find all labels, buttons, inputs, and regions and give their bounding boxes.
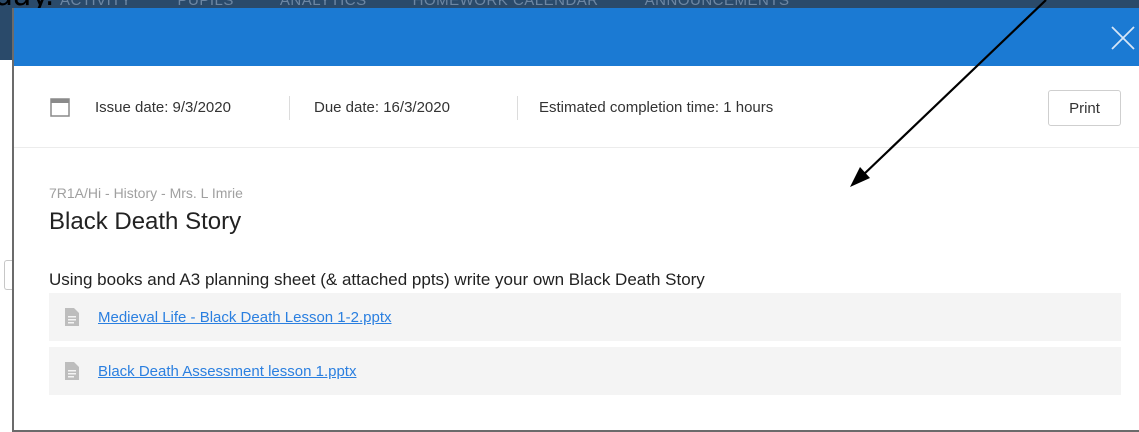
modal-header bbox=[14, 8, 1139, 66]
close-icon bbox=[1111, 26, 1135, 50]
attachment-link[interactable]: Black Death Assessment lesson 1.pptx bbox=[98, 363, 356, 380]
attachment-item: Medieval Life - Black Death Lesson 1-2.p… bbox=[49, 293, 1121, 341]
calendar-icon bbox=[50, 98, 70, 117]
homework-description: Using books and A3 planning sheet (& att… bbox=[49, 270, 705, 289]
homework-meta-bar: Issue date: 9/3/2020 Due date: 16/3/2020… bbox=[14, 66, 1139, 148]
homework-modal: Issue date: 9/3/2020 Due date: 16/3/2020… bbox=[12, 8, 1139, 432]
print-button[interactable]: Print bbox=[1048, 90, 1121, 126]
due-date-text: Due date: 16/3/2020 bbox=[314, 98, 450, 116]
issue-date: Issue date: 9/3/2020 bbox=[49, 93, 231, 121]
homework-title: Black Death Story bbox=[49, 208, 242, 235]
meta-divider bbox=[289, 96, 290, 120]
class-subject-teacher: 7R1A/Hi - History - Mrs. L Imrie bbox=[49, 185, 243, 201]
estimated-time-text: Estimated completion time: 1 hours bbox=[539, 98, 774, 116]
meta-divider bbox=[517, 96, 518, 120]
file-icon bbox=[65, 362, 79, 380]
screenshot-stage: ACTIVITY PUPILS ANALYTICS HOMEWORK CALEN… bbox=[0, 0, 1139, 432]
estimated-completion-time: Estimated completion time: 1 hours bbox=[539, 93, 773, 121]
issue-date-text: Issue date: 9/3/2020 bbox=[95, 98, 231, 116]
file-icon bbox=[65, 308, 79, 326]
background-control-edge bbox=[4, 260, 12, 290]
attachment-item: Black Death Assessment lesson 1.pptx bbox=[49, 347, 1121, 395]
close-button[interactable] bbox=[1109, 24, 1137, 52]
due-date: Due date: 16/3/2020 bbox=[314, 93, 450, 121]
attachment-link[interactable]: Medieval Life - Black Death Lesson 1-2.p… bbox=[98, 309, 392, 326]
